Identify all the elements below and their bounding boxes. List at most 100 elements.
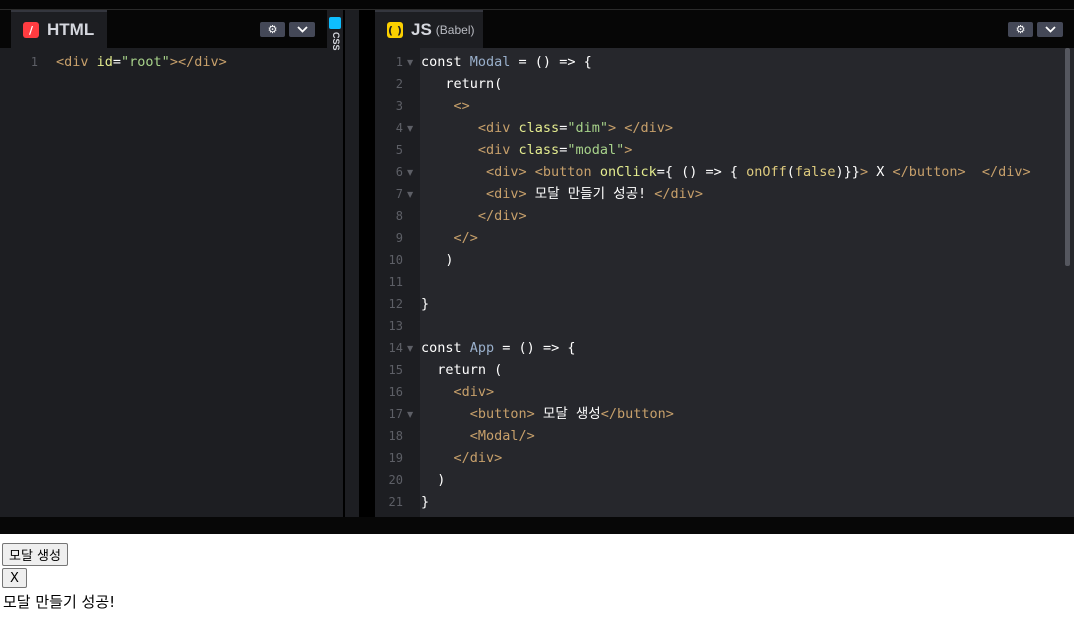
line-number: 18 [388,429,403,443]
line-number: 15 [388,363,403,377]
code-token: "modal" [567,142,625,158]
html-logo-icon: / [23,22,39,38]
code-token: ) [421,252,454,268]
fold-arrow-icon[interactable]: ▼ [407,410,413,419]
line-number: 19 [388,451,403,465]
code-token: = () => { [510,54,592,70]
js-tab-title: JS [411,20,432,39]
code-line: <div> <button onClick={ () => { onOff(fa… [421,161,1031,183]
code-token: Modal [469,54,511,70]
code-token: > [859,164,877,180]
code-token: ) [421,472,446,488]
code-token: > </div> [607,120,673,136]
code-line: <div> 모달 만들기 성공! </div> [421,183,703,205]
code-line: <button> 모달 생성</button> [421,403,674,425]
line-number: 7 [395,187,403,201]
gear-icon: ⚙ [267,23,278,36]
js-scrollbar-thumb[interactable] [1065,48,1070,266]
js-logo-icon: ( ) [387,22,403,38]
fold-arrow-icon[interactable]: ▼ [407,344,413,353]
html-tab[interactable]: / HTML [11,10,107,48]
code-line: return( [421,73,502,95]
html-code-editor[interactable]: 1 <div id="root"></div> [0,48,327,517]
code-token: <div [421,120,519,136]
chevron-down-icon [296,26,308,33]
fold-arrow-icon[interactable]: ▼ [407,58,413,67]
code-token: <div [56,54,97,70]
code-line: ) [421,249,454,271]
code-line: const Modal = () => { [421,51,592,73]
html-collapse-button[interactable] [289,22,315,37]
create-modal-button[interactable]: 모달 생성 [2,543,68,566]
editor-area: / HTML ⚙ 1 <div id="root"></div> CSS ( ) … [0,10,1074,517]
fold-arrow-icon[interactable]: ▼ [407,190,413,199]
line-number: 8 [395,209,403,223]
code-token: </button> </div> [892,164,1031,180]
code-token: class [518,142,560,158]
js-editor-pane: ( ) JS (Babel) ⚙ 1 ▼ const Modal = () => {… [375,10,1074,517]
line-number: 10 [388,253,403,267]
code-token: "dim" [567,120,608,136]
code-line: <div id="root"></div> [56,51,227,73]
code-token: const [421,54,470,70]
js-tab-subtitle: (Babel) [435,23,475,37]
code-token: = () => { [494,340,576,356]
code-line: } [421,293,429,315]
code-token: const [421,340,470,356]
code-token: )}} [835,164,860,180]
css-editor-collapsed[interactable]: CSS [327,10,343,517]
css-tab-title: CSS [331,32,341,51]
code-token: </div> [654,186,704,202]
code-token: 모달 생성 [542,406,601,422]
code-line: </div> [421,447,503,469]
code-token: id [96,54,113,70]
code-token: } [421,494,430,510]
code-token: </> [421,230,478,246]
fold-arrow-icon[interactable]: ▼ [407,168,413,177]
fold-arrow-icon[interactable]: ▼ [407,124,413,133]
pane-divider[interactable] [359,10,375,517]
gear-icon: ⚙ [1015,23,1026,36]
html-pane-header: / HTML ⚙ [0,10,327,48]
code-token: return ( [421,362,503,378]
code-token: > [624,142,633,158]
code-token: </button> [600,406,674,422]
close-modal-button[interactable]: X [2,568,27,588]
code-token: App [469,340,495,356]
line-number: 21 [388,495,403,509]
html-settings-button[interactable]: ⚙ [260,22,285,37]
line-number: 1 [30,55,38,69]
code-token: ( [786,164,795,180]
top-bar [0,0,1074,10]
js-tab[interactable]: ( ) JS (Babel) [375,10,483,48]
code-token: } [421,296,430,312]
code-token: onClick [599,164,657,180]
code-token: <div> [421,186,535,202]
js-settings-button[interactable]: ⚙ [1008,22,1033,37]
html-tab-title: HTML [47,20,95,39]
line-number: 6 [395,165,403,179]
code-token: <> [421,98,470,114]
js-collapse-button[interactable] [1037,22,1063,37]
code-line: return ( [421,359,502,381]
js-code-editor[interactable]: 1 ▼ const Modal = () => {2 return(3 <> 4 ▼ <… [375,48,1074,517]
html-editor-pane: / HTML ⚙ 1 <div id="root"></div> [0,10,327,517]
code-line: <div class="dim"> </div> [421,117,673,139]
line-number: 5 [395,143,403,157]
code-token: "root" [121,54,170,70]
line-number: 13 [388,319,403,333]
line-number: 2 [395,77,403,91]
line-number: 17 [388,407,403,421]
line-number: 20 [388,473,403,487]
js-scrollbar[interactable] [1041,48,1074,517]
code-token: <div> [421,384,495,400]
code-token: onOff [746,164,787,180]
line-number: 4 [395,121,403,135]
code-line: <div class="modal"> [421,139,632,161]
code-line: </div> [421,205,527,227]
code-line: } [421,491,429,513]
code-token: ={ () => { [656,164,747,180]
resize-bar[interactable] [0,517,1074,534]
code-token: = [112,54,122,70]
code-token: <Modal/> [421,428,535,444]
